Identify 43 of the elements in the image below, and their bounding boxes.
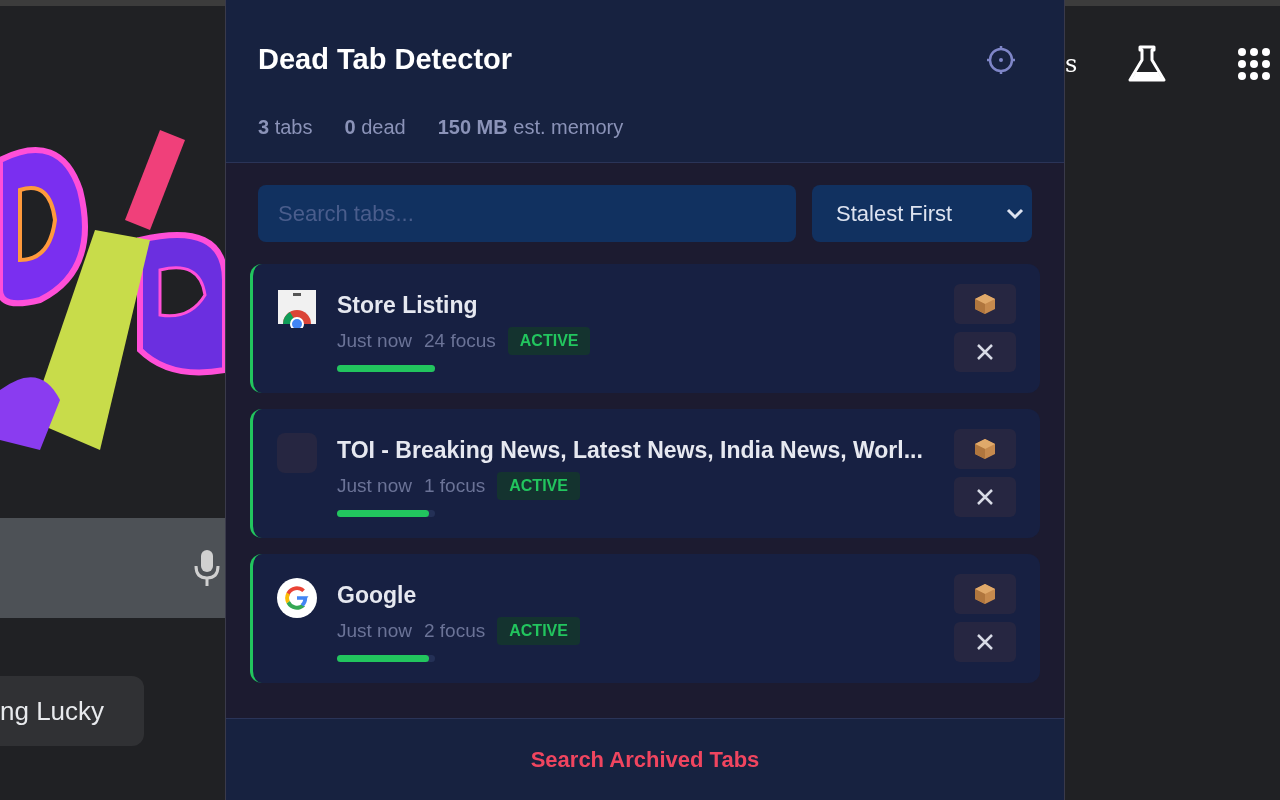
tab-card[interactable]: TOI - Breaking News, Latest News, India News, Worl... Just now 1 focus ACTIVE xyxy=(250,409,1040,538)
sort-dropdown[interactable]: Stalest First xyxy=(812,185,1032,242)
popup-title: Dead Tab Detector xyxy=(258,42,513,77)
tab-time: Just now xyxy=(337,473,412,498)
tab-card[interactable]: Google Just now 2 focus ACTIVE xyxy=(250,554,1040,683)
status-badge: ACTIVE xyxy=(507,326,591,355)
tab-time: Just now xyxy=(337,618,412,643)
package-icon xyxy=(974,293,996,315)
lucky-button[interactable]: ng Lucky xyxy=(0,676,144,746)
chevron-icon xyxy=(1006,207,1024,220)
store-icon xyxy=(277,288,317,328)
search-field[interactable]: Search tabs... xyxy=(258,185,796,242)
archive-button[interactable] xyxy=(954,574,1016,614)
tab-title: Store Listing xyxy=(337,291,479,320)
focus-count: 1 focus xyxy=(424,473,486,498)
archive-button[interactable] xyxy=(954,429,1016,469)
close-icon xyxy=(976,488,994,506)
focus-count: 24 focus xyxy=(424,328,496,353)
apps-grid-icon[interactable] xyxy=(1237,47,1272,81)
status-badge: ACTIVE xyxy=(497,616,580,645)
close-icon xyxy=(976,343,994,361)
close-button[interactable] xyxy=(954,332,1016,372)
settings-icon[interactable] xyxy=(986,44,1016,75)
toolbar-text: s xyxy=(1065,49,1078,80)
g-logo-icon xyxy=(277,578,317,618)
microphone-icon[interactable] xyxy=(193,548,221,588)
focus-count: 2 focus xyxy=(424,618,486,643)
archive-button[interactable] xyxy=(954,284,1016,324)
stat-text: 150 MB est. memory xyxy=(437,114,624,140)
tab-title: Google xyxy=(337,581,418,610)
package-icon xyxy=(974,438,996,460)
stat-text: 3 tabs xyxy=(258,114,313,140)
flask-icon[interactable] xyxy=(1127,44,1168,84)
close-button[interactable] xyxy=(954,622,1016,662)
package-icon xyxy=(974,583,996,605)
tab-time: Just now xyxy=(337,328,412,353)
close-icon xyxy=(976,633,994,651)
tab-title: TOI - Breaking News, Latest News, India News, Worl... xyxy=(337,436,924,465)
stat-text: 0 dead xyxy=(344,114,406,140)
tab-card[interactable]: Store Listing Just now 24 focus ACTIVE xyxy=(250,264,1040,393)
status-badge: ACTIVE xyxy=(497,471,580,500)
close-button[interactable] xyxy=(954,477,1016,517)
archived-tabs-link[interactable]: Search Archived Tabs xyxy=(530,743,760,776)
